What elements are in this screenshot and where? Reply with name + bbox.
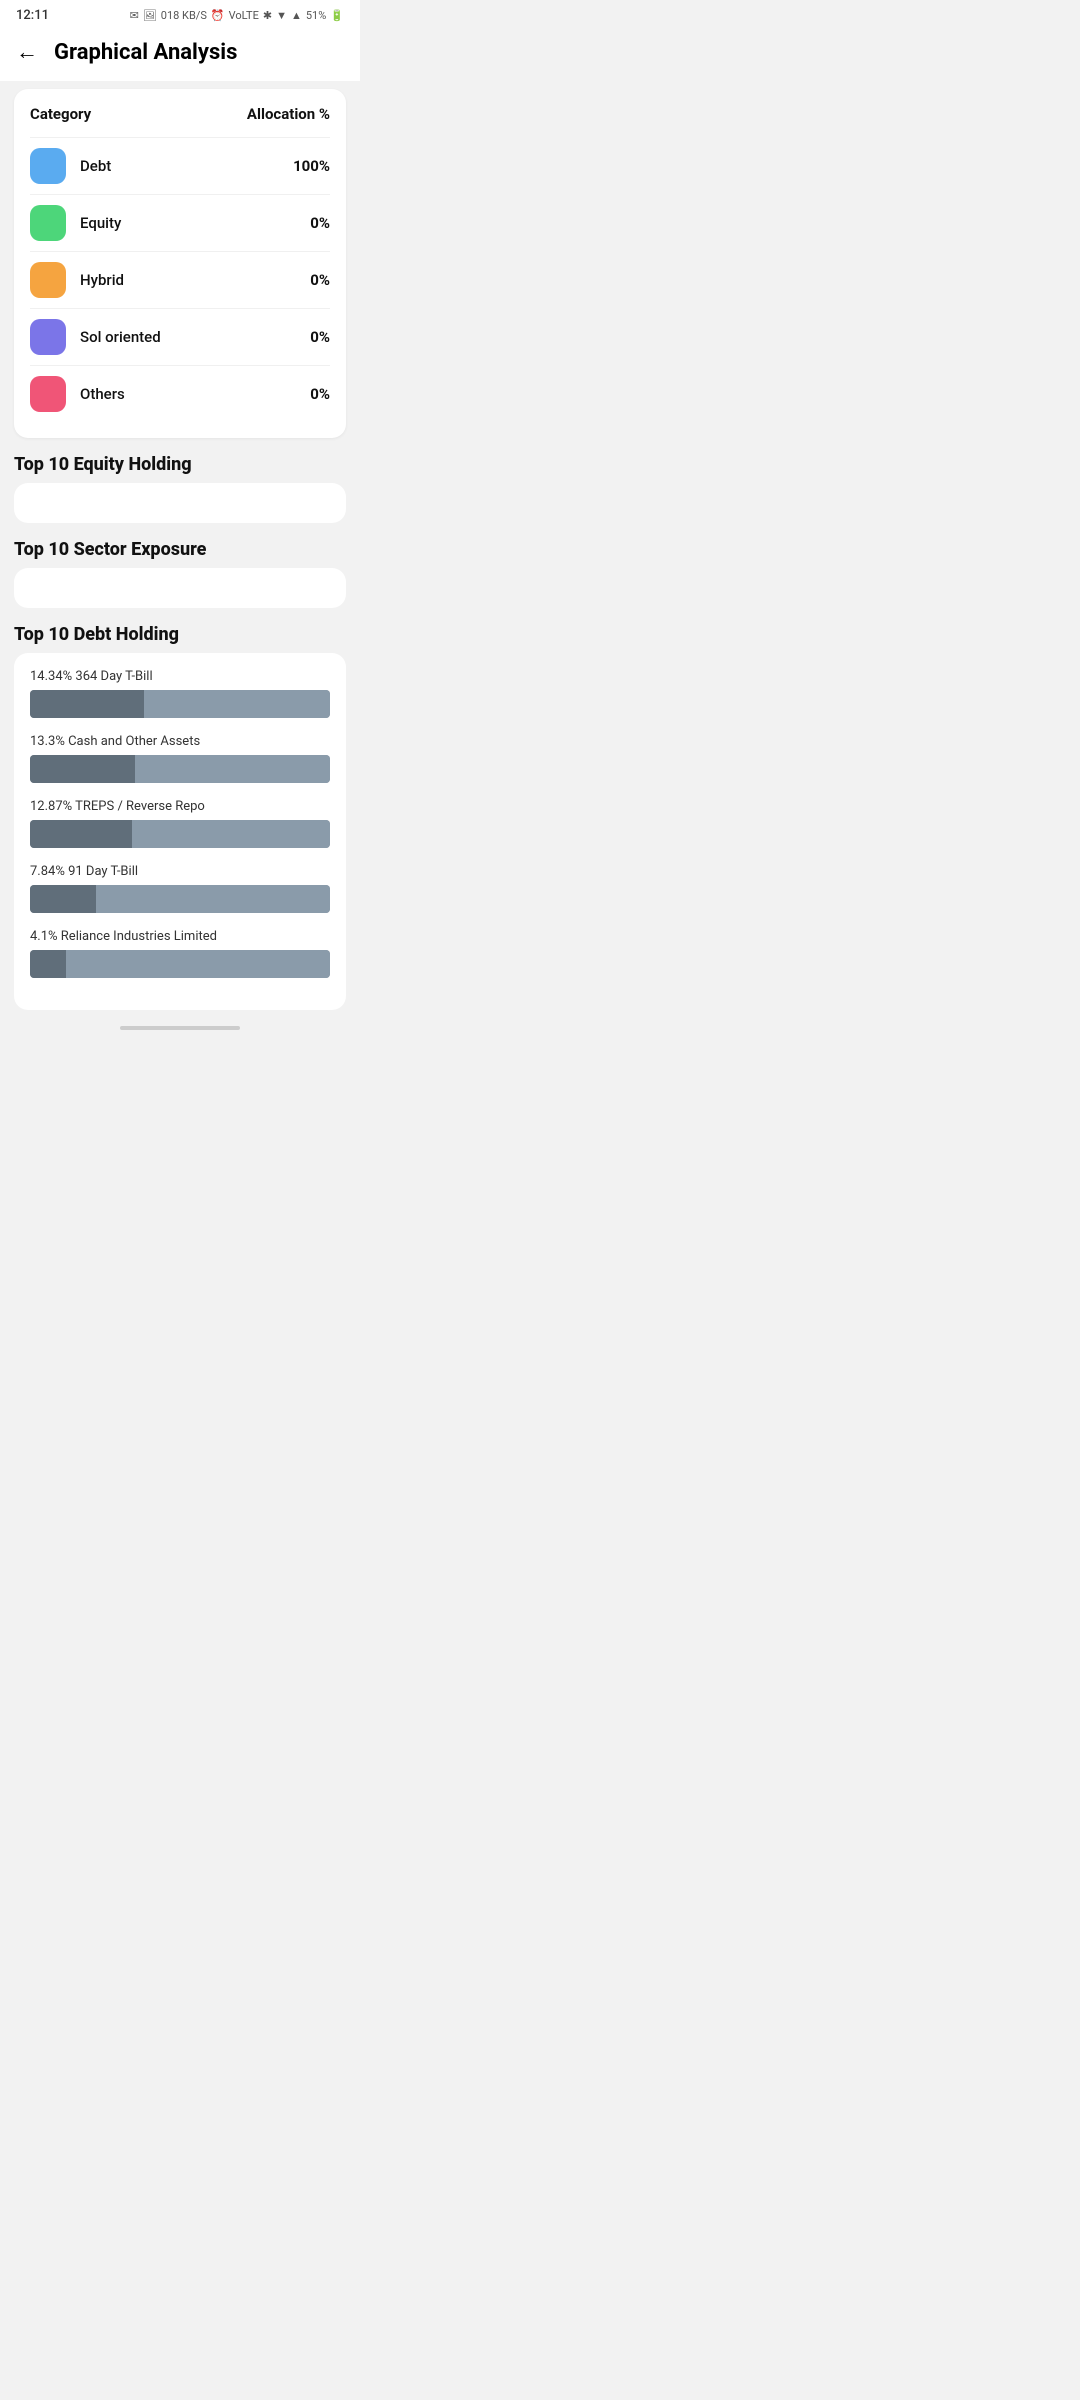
top10equity-card [14,483,346,523]
bar-track-1 [30,755,330,783]
image-icon: 🖼 [143,9,157,22]
top10debt-section: Top 10 Debt Holding 14.34% 364 Day T-Bil… [14,624,346,1010]
hybrid-label: Hybrid [80,271,124,289]
hybrid-alloc: 0% [310,271,330,289]
bar-track-3 [30,885,330,913]
top10equity-section: Top 10 Equity Holding [14,454,346,523]
bar-item-1: 13.3% Cash and Other Assets [30,734,330,783]
debt-color-box [30,148,66,184]
debt-alloc: 100% [293,157,330,175]
column-allocation: Allocation % [247,105,330,123]
battery-pct: 51% [306,9,326,22]
top10sector-title: Top 10 Sector Exposure [14,539,346,560]
bar-item-4: 4.1% Reliance Industries Limited [30,929,330,978]
bluetooth-icon: ✱ [263,9,272,22]
mail-icon: ✉ [130,9,139,22]
bar-label-0: 14.34% 364 Day T-Bill [30,669,330,684]
bar-item-3: 7.84% 91 Day T-Bill [30,864,330,913]
back-button[interactable]: ← [16,39,38,65]
category-row-hybrid: Hybrid 0% [30,251,330,308]
category-row-others: Others 0% [30,365,330,422]
category-row-equity: Equity 0% [30,194,330,251]
debt-label: Debt [80,157,111,175]
bar-track-0 [30,690,330,718]
category-header: Category Allocation % [30,105,330,123]
status-bar: 12:11 ✉ 🖼 018 KB/S ⏰ VoLTE ✱ ▼ ▲ 51% 🔋 [0,0,360,27]
bar-label-3: 7.84% 91 Day T-Bill [30,864,330,879]
top10debt-card: 14.34% 364 Day T-Bill 13.3% Cash and Oth… [14,653,346,1010]
bar-item-0: 14.34% 364 Day T-Bill [30,669,330,718]
sol-color-box [30,319,66,355]
status-time: 12:11 [16,8,49,23]
scroll-bar [120,1026,240,1030]
status-icons: ✉ 🖼 018 KB/S ⏰ VoLTE ✱ ▼ ▲ 51% 🔋 [130,9,344,22]
battery-icon: 🔋 [330,9,344,22]
data-speed: 018 KB/S [161,9,207,22]
signal-icon: ▲ [291,9,302,22]
bar-label-2: 12.87% TREPS / Reverse Repo [30,799,330,814]
sol-label: Sol oriented [80,328,161,346]
top10equity-title: Top 10 Equity Holding [14,454,346,475]
bar-track-4 [30,950,330,978]
bar-track-2 [30,820,330,848]
others-alloc: 0% [310,385,330,403]
top10debt-title: Top 10 Debt Holding [14,624,346,645]
column-category: Category [30,105,91,123]
bar-label-4: 4.1% Reliance Industries Limited [30,929,330,944]
category-row-debt: Debt 100% [30,137,330,194]
top10sector-card [14,568,346,608]
top10sector-section: Top 10 Sector Exposure [14,539,346,608]
bar-item-2: 12.87% TREPS / Reverse Repo [30,799,330,848]
others-color-box [30,376,66,412]
header: ← Graphical Analysis [0,27,360,81]
volte-icon: VoLTE [229,9,259,22]
alarm-icon: ⏰ [211,9,225,22]
main-content: Category Allocation % Debt 100% Equity 0… [0,81,360,1050]
sol-alloc: 0% [310,328,330,346]
category-row-sol-oriented: Sol oriented 0% [30,308,330,365]
others-label: Others [80,385,125,403]
equity-color-box [30,205,66,241]
wifi-icon: ▼ [276,9,287,22]
scroll-indicator [14,1026,346,1030]
hybrid-color-box [30,262,66,298]
bar-label-1: 13.3% Cash and Other Assets [30,734,330,749]
equity-alloc: 0% [310,214,330,232]
equity-label: Equity [80,214,121,232]
page-title: Graphical Analysis [54,40,237,65]
category-allocation-card: Category Allocation % Debt 100% Equity 0… [14,89,346,438]
